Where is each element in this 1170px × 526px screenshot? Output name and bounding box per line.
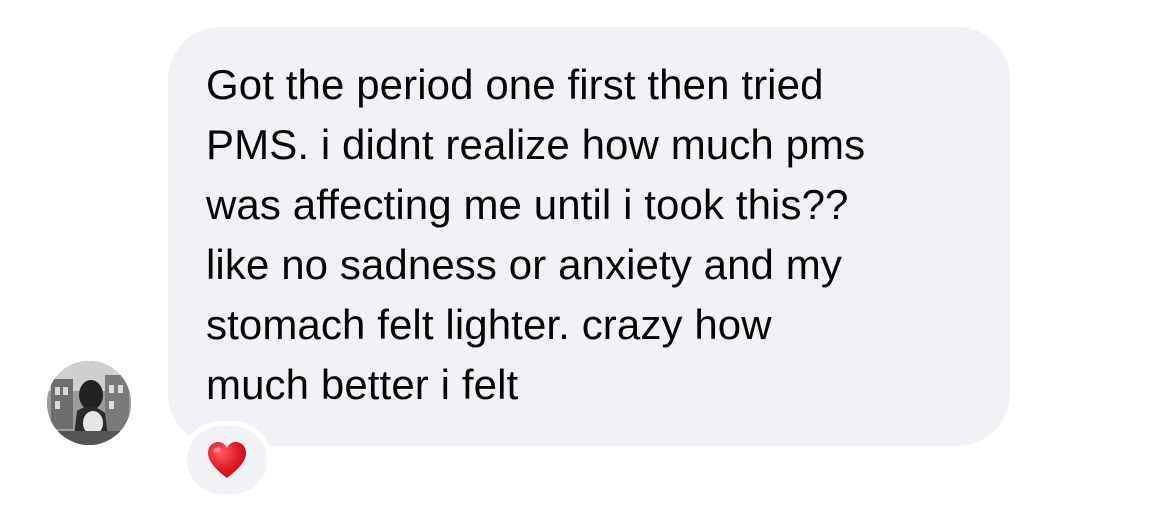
- message-text: Got the period one first then tried PMS.…: [206, 61, 866, 408]
- avatar-photo-icon: [47, 361, 131, 445]
- red-heart-icon: [208, 442, 246, 478]
- sender-avatar[interactable]: [47, 361, 131, 445]
- message-reaction[interactable]: [182, 421, 272, 499]
- message-bubble[interactable]: Got the period one first then tried PMS.…: [168, 27, 1010, 446]
